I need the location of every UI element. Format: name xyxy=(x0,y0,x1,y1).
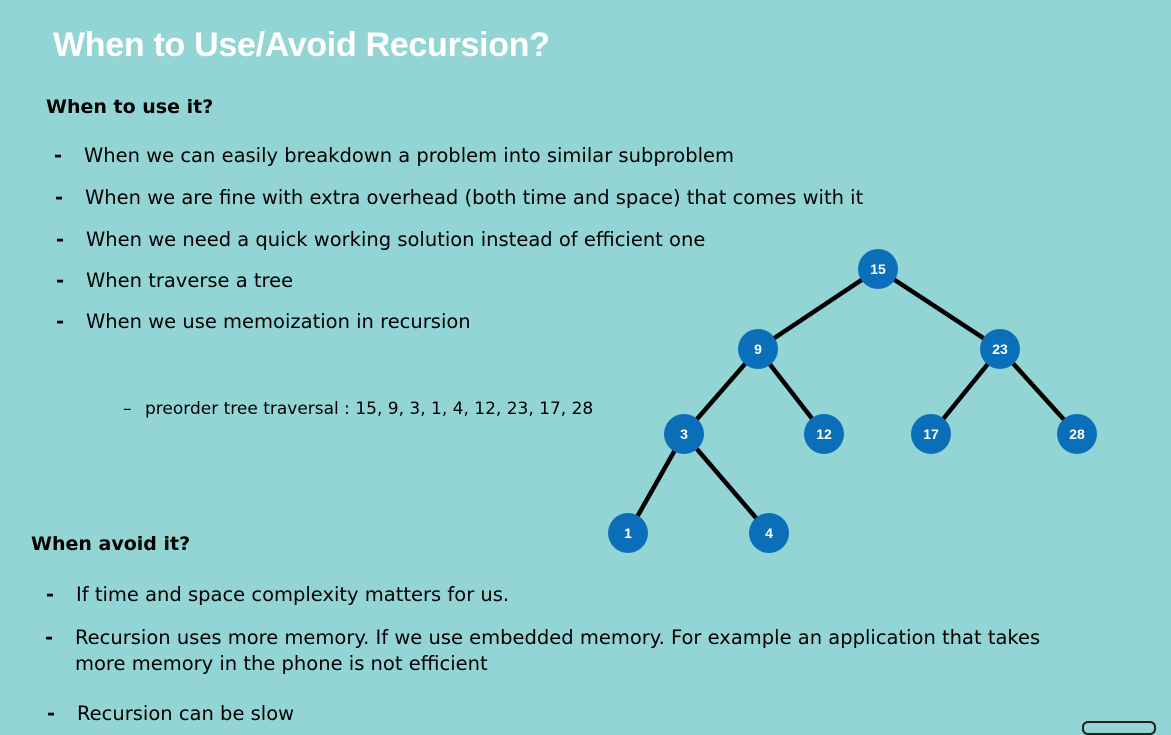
tree-node: 1 xyxy=(608,513,648,553)
tree-node: 4 xyxy=(749,513,789,553)
tree-node: 3 xyxy=(664,414,704,454)
avoid-item-text: Recursion uses more memory. If we use em… xyxy=(75,626,1041,675)
avoid-item-text: If time and space complexity matters for… xyxy=(76,583,510,606)
tree-node-label: 28 xyxy=(1069,426,1085,442)
tree-node-label: 12 xyxy=(816,426,832,442)
tree-edge xyxy=(876,267,1002,351)
tree-edges xyxy=(626,267,1079,535)
tree-node-label: 23 xyxy=(992,341,1008,357)
bullet-dash: - xyxy=(45,626,54,649)
tree-node: 23 xyxy=(980,329,1020,369)
avoid-item-2: - Recursion uses more memory. If we use e… xyxy=(45,625,1055,677)
tree-node: 9 xyxy=(738,329,778,369)
bullet-dash: - xyxy=(46,583,55,606)
tree-node-label: 9 xyxy=(754,341,762,357)
tree-node: 17 xyxy=(911,414,951,454)
avoid-item-3: - Recursion can be slow xyxy=(47,701,294,727)
tree-node: 12 xyxy=(804,414,844,454)
tree-nodes: 15 9 23 3 12 17 28 1 4 xyxy=(608,249,1097,553)
tree-edge xyxy=(756,267,880,351)
tree-node-label: 15 xyxy=(870,261,886,277)
tree-node: 28 xyxy=(1057,414,1097,454)
tree-node: 15 xyxy=(858,249,898,289)
avoid-item-text: Recursion can be slow xyxy=(77,702,295,725)
tree-node-label: 3 xyxy=(680,426,688,442)
tree-node-label: 17 xyxy=(923,426,939,442)
tree-node-label: 4 xyxy=(765,525,773,541)
avoid-item-1: - If time and space complexity matters fo… xyxy=(46,582,509,608)
corner-shape xyxy=(1082,721,1156,735)
bullet-dash: - xyxy=(47,702,56,725)
binary-tree-diagram: 15 9 23 3 12 17 28 1 4 xyxy=(608,249,1097,553)
avoid-heading: When avoid it? xyxy=(31,533,191,555)
tree-node-label: 1 xyxy=(624,525,632,541)
